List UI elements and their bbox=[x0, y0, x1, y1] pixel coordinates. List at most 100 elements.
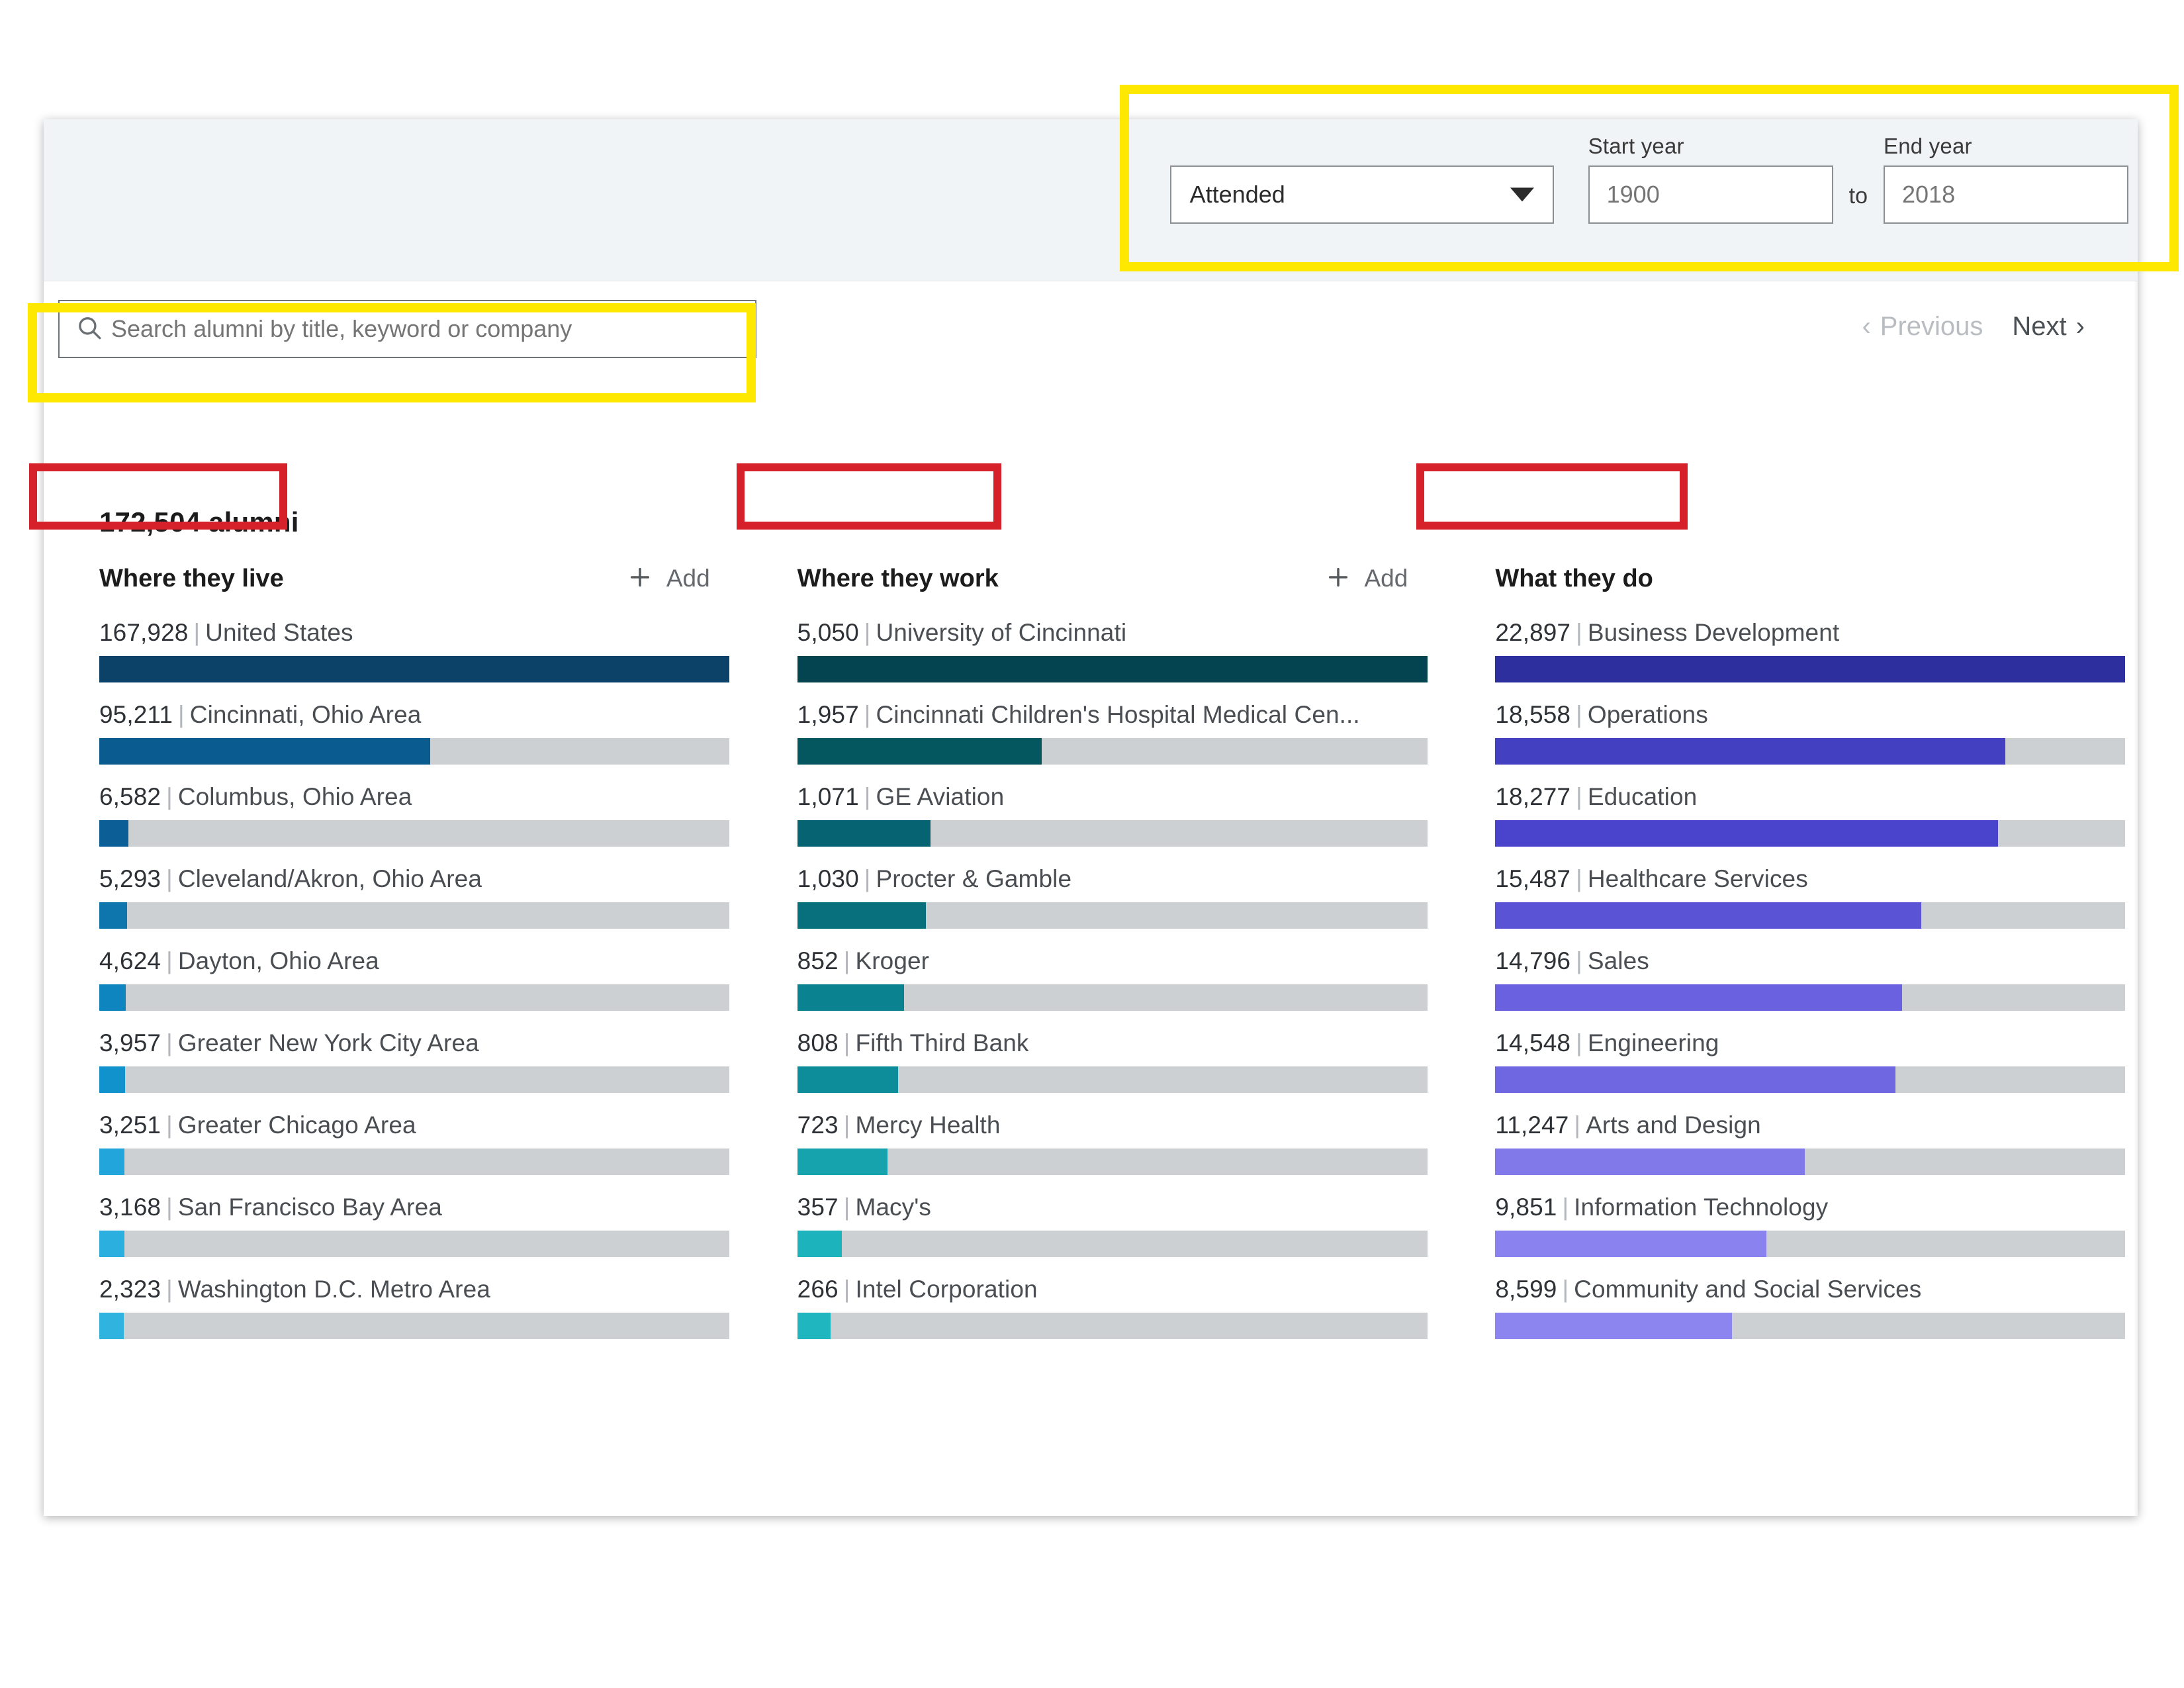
bar-row-name: Fifth Third Bank bbox=[855, 1029, 1029, 1056]
bar-fill bbox=[99, 738, 430, 765]
bar-row[interactable]: 18,558 | Operations bbox=[1495, 701, 2138, 765]
bar-row-count: 1,030 bbox=[797, 865, 859, 892]
end-year-input[interactable] bbox=[1884, 165, 2128, 224]
bar-row[interactable]: 1,957 | Cincinnati Children's Hospital Med… bbox=[797, 701, 1440, 765]
bar-row[interactable]: 266 | Intel Corporation bbox=[797, 1276, 1440, 1339]
bar-row-name: Sales bbox=[1587, 947, 1649, 974]
bar-row-label: 15,487 | Healthcare Services bbox=[1495, 865, 2138, 893]
bar-row[interactable]: 357 | Macy's bbox=[797, 1194, 1440, 1257]
bar-track bbox=[1495, 656, 2126, 682]
add-filter-button-1[interactable]: Add bbox=[1325, 564, 1408, 594]
bar-track bbox=[99, 820, 729, 847]
bar-row[interactable]: 5,293 | Cleveland/Akron, Ohio Area bbox=[99, 865, 742, 929]
bar-row-label: 14,548 | Engineering bbox=[1495, 1029, 2138, 1057]
bar-row[interactable]: 808 | Fifth Third Bank bbox=[797, 1029, 1440, 1093]
bar-row[interactable]: 723 | Mercy Health bbox=[797, 1111, 1440, 1175]
bar-row-separator: | bbox=[843, 1029, 850, 1056]
bar-track bbox=[797, 1231, 1428, 1257]
bar-row-label: 18,277 | Education bbox=[1495, 783, 2138, 811]
bar-row[interactable]: 95,211 | Cincinnati, Ohio Area bbox=[99, 701, 742, 765]
column-title: Where they work bbox=[797, 564, 999, 592]
bar-fill bbox=[797, 1231, 842, 1257]
bar-row-count: 18,558 bbox=[1495, 701, 1571, 728]
bar-row-separator: | bbox=[1574, 1111, 1581, 1139]
bar-row-name: Greater Chicago Area bbox=[177, 1111, 416, 1139]
next-button[interactable]: Next › bbox=[2012, 312, 2085, 342]
bar-row-name: University of Cincinnati bbox=[876, 619, 1127, 646]
add-filter-button-0[interactable]: Add bbox=[627, 564, 710, 594]
bar-row-separator: | bbox=[843, 947, 850, 974]
bar-row-label: 266 | Intel Corporation bbox=[797, 1276, 1440, 1303]
bar-fill bbox=[1495, 902, 1921, 929]
bar-row-name: Macy's bbox=[855, 1194, 932, 1221]
bar-fill bbox=[797, 1066, 898, 1093]
bar-fill bbox=[99, 820, 128, 847]
bar-row[interactable]: 4,624 | Dayton, Ohio Area bbox=[99, 947, 742, 1011]
bar-row[interactable]: 14,548 | Engineering bbox=[1495, 1029, 2138, 1093]
bar-row[interactable]: 167,928 | United States bbox=[99, 619, 742, 682]
bar-row[interactable]: 14,796 | Sales bbox=[1495, 947, 2138, 1011]
bar-row-separator: | bbox=[864, 865, 871, 892]
bar-row[interactable]: 3,168 | San Francisco Bay Area bbox=[99, 1194, 742, 1257]
bar-row-count: 266 bbox=[797, 1276, 839, 1303]
bar-row-count: 18,277 bbox=[1495, 783, 1571, 810]
bar-row-count: 5,050 bbox=[797, 619, 859, 646]
bar-row-count: 1,071 bbox=[797, 783, 859, 810]
bar-row-label: 357 | Macy's bbox=[797, 1194, 1440, 1221]
column-header-2: What they do bbox=[1495, 553, 2138, 604]
add-label: Add bbox=[1364, 565, 1408, 592]
bar-row[interactable]: 3,957 | Greater New York City Area bbox=[99, 1029, 742, 1093]
bar-row[interactable]: 852 | Kroger bbox=[797, 947, 1440, 1011]
previous-button[interactable]: ‹ Previous bbox=[1862, 312, 1983, 342]
bar-fill bbox=[797, 984, 904, 1011]
bar-row-count: 95,211 bbox=[99, 701, 173, 728]
search-box[interactable] bbox=[58, 300, 756, 358]
bar-row[interactable]: 1,071 | GE Aviation bbox=[797, 783, 1440, 847]
bar-row-separator: | bbox=[1562, 1276, 1569, 1303]
start-year-block: Start year bbox=[1588, 134, 1833, 224]
bar-row-separator: | bbox=[166, 1029, 173, 1056]
bar-row[interactable]: 22,897 | Business Development bbox=[1495, 619, 2138, 682]
bar-row-label: 1,071 | GE Aviation bbox=[797, 783, 1440, 811]
bar-row-count: 6,582 bbox=[99, 783, 161, 810]
search-input[interactable] bbox=[111, 315, 737, 343]
bar-row[interactable]: 2,323 | Washington D.C. Metro Area bbox=[99, 1276, 742, 1339]
filter-group: Attended Start year to End year bbox=[1169, 134, 2128, 224]
bar-row[interactable]: 5,050 | University of Cincinnati bbox=[797, 619, 1440, 682]
bar-row-label: 3,168 | San Francisco Bay Area bbox=[99, 1194, 742, 1221]
start-year-input[interactable] bbox=[1588, 165, 1833, 224]
bar-row[interactable]: 8,599 | Community and Social Services bbox=[1495, 1276, 2138, 1339]
bar-fill bbox=[99, 984, 126, 1011]
bar-row-count: 357 bbox=[797, 1194, 839, 1221]
bar-row-count: 15,487 bbox=[1495, 865, 1571, 892]
bar-row[interactable]: 1,030 | Procter & Gamble bbox=[797, 865, 1440, 929]
bar-fill bbox=[797, 1149, 887, 1175]
bar-row-separator: | bbox=[864, 783, 871, 810]
bar-track bbox=[1495, 984, 2126, 1011]
bar-row[interactable]: 11,247 | Arts and Design bbox=[1495, 1111, 2138, 1175]
attended-select-value: Attended bbox=[1189, 181, 1285, 208]
bar-row-separator: | bbox=[1576, 783, 1582, 810]
bar-row[interactable]: 6,582 | Columbus, Ohio Area bbox=[99, 783, 742, 847]
bar-row-label: 14,796 | Sales bbox=[1495, 947, 2138, 975]
bar-row[interactable]: 9,851 | Information Technology bbox=[1495, 1194, 2138, 1257]
bar-row-count: 3,251 bbox=[99, 1111, 161, 1139]
bar-row-separator: | bbox=[864, 701, 871, 728]
bar-row-separator: | bbox=[843, 1194, 850, 1221]
attended-spacer-label bbox=[1170, 134, 1554, 159]
attended-select[interactable]: Attended bbox=[1169, 165, 1554, 224]
bar-track bbox=[1495, 902, 2126, 929]
bar-row[interactable]: 18,277 | Education bbox=[1495, 783, 2138, 847]
alumni-count: 172,504 alumni bbox=[99, 506, 299, 538]
bar-row-label: 9,851 | Information Technology bbox=[1495, 1194, 2138, 1221]
bar-row[interactable]: 15,487 | Healthcare Services bbox=[1495, 865, 2138, 929]
bar-row-name: Intel Corporation bbox=[855, 1276, 1038, 1303]
bar-fill bbox=[1495, 1231, 1766, 1257]
bar-row-name: Information Technology bbox=[1574, 1194, 1829, 1221]
column-title: What they do bbox=[1495, 564, 1653, 592]
bar-row-separator: | bbox=[1562, 1194, 1569, 1221]
bar-row-separator: | bbox=[166, 947, 173, 974]
bar-row-count: 14,548 bbox=[1495, 1029, 1571, 1056]
bar-row-name: Education bbox=[1587, 783, 1698, 810]
bar-row[interactable]: 3,251 | Greater Chicago Area bbox=[99, 1111, 742, 1175]
